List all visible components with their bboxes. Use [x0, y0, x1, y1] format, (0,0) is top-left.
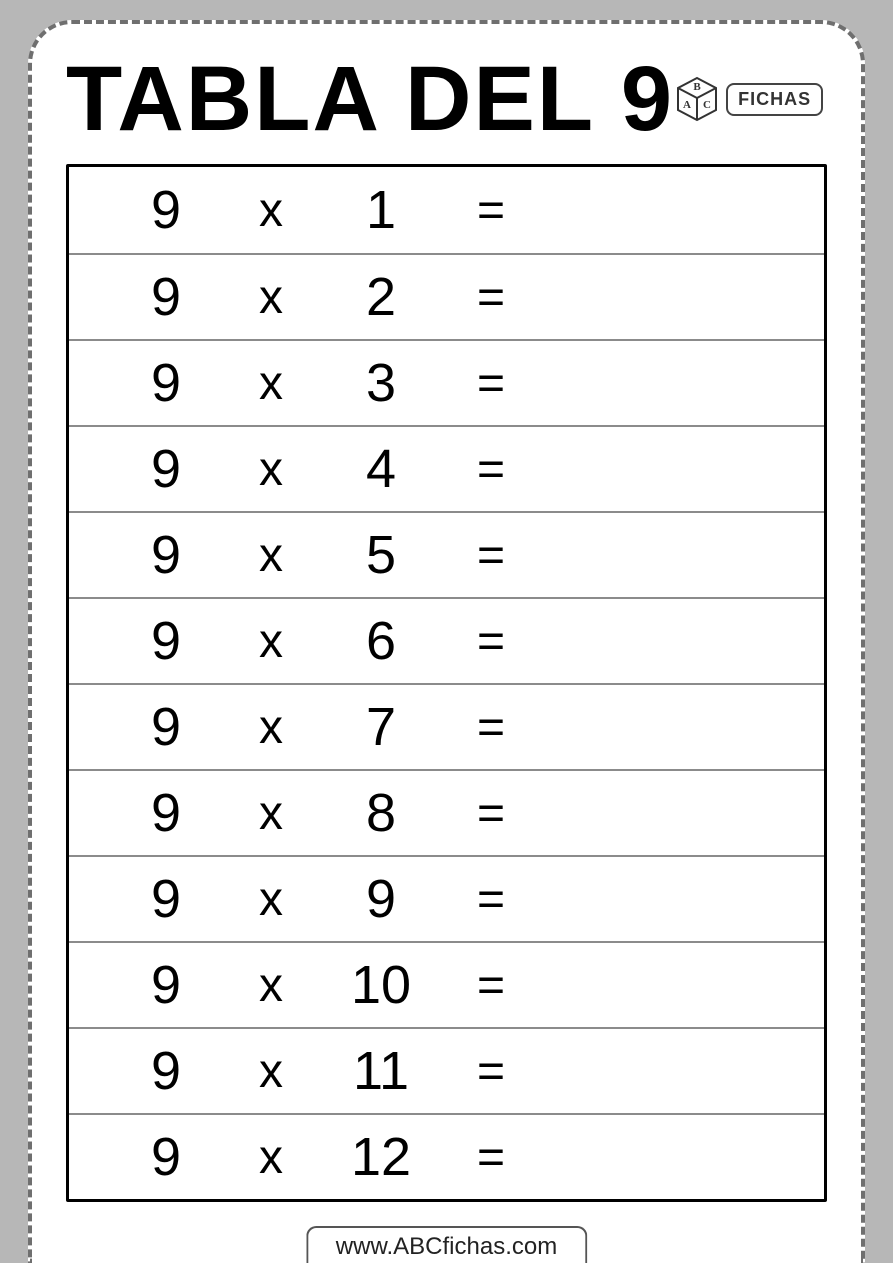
multiplicand: 9 — [121, 266, 211, 328]
brand-logo: B A C FICHAS — [674, 76, 829, 122]
multiplier: 11 — [331, 1040, 431, 1102]
table-row: 9x11= — [69, 1027, 824, 1113]
times-operator: x — [211, 786, 331, 841]
svg-text:A: A — [683, 99, 691, 111]
multiplier: 9 — [331, 868, 431, 930]
times-operator: x — [211, 270, 331, 325]
equals-sign: = — [431, 442, 551, 497]
table-row: 9x7= — [69, 683, 824, 769]
equals-sign: = — [431, 528, 551, 583]
footer-url-badge: www.ABCfichas.com — [306, 1226, 587, 1263]
table-row: 9x10= — [69, 941, 824, 1027]
multiplicand: 9 — [121, 179, 211, 241]
multiplicand: 9 — [121, 352, 211, 414]
equals-sign: = — [431, 614, 551, 669]
equals-sign: = — [431, 958, 551, 1013]
multiplier: 8 — [331, 782, 431, 844]
multiplicand: 9 — [121, 696, 211, 758]
table-row: 9x5= — [69, 511, 824, 597]
multiplicand: 9 — [121, 1040, 211, 1102]
multiplier: 2 — [331, 266, 431, 328]
multiplier: 5 — [331, 524, 431, 586]
equals-sign: = — [431, 1044, 551, 1099]
worksheet-card: TABLA DEL 9 B A C FICHAS 9x1=9x2=9x3=9x4… — [28, 20, 865, 1263]
times-operator: x — [211, 1130, 331, 1185]
multiplicand: 9 — [121, 438, 211, 500]
multiplicand: 9 — [121, 610, 211, 672]
table-row: 9x2= — [69, 253, 824, 339]
equals-sign: = — [431, 1130, 551, 1185]
multiplicand: 9 — [121, 1126, 211, 1188]
multiplier: 4 — [331, 438, 431, 500]
table-row: 9x4= — [69, 425, 824, 511]
multiplicand: 9 — [121, 524, 211, 586]
multiplier: 1 — [331, 179, 431, 241]
equals-sign: = — [431, 786, 551, 841]
table-row: 9x9= — [69, 855, 824, 941]
multiplicand: 9 — [121, 954, 211, 1016]
table-row: 9x6= — [69, 597, 824, 683]
multiplier: 3 — [331, 352, 431, 414]
times-operator: x — [211, 872, 331, 927]
svg-text:C: C — [703, 99, 711, 111]
times-operator: x — [211, 700, 331, 755]
equals-sign: = — [431, 872, 551, 927]
times-operator: x — [211, 1044, 331, 1099]
page-title: TABLA DEL 9 — [66, 47, 674, 152]
times-operator: x — [211, 614, 331, 669]
multiplier: 12 — [331, 1126, 431, 1188]
header: TABLA DEL 9 B A C FICHAS — [66, 24, 827, 164]
cube-icon: B A C — [674, 76, 720, 122]
equals-sign: = — [431, 270, 551, 325]
table-row: 9x3= — [69, 339, 824, 425]
table-row: 9x12= — [69, 1113, 824, 1199]
multiplicand: 9 — [121, 868, 211, 930]
times-operator: x — [211, 958, 331, 1013]
times-operator: x — [211, 183, 331, 238]
multiplier: 7 — [331, 696, 431, 758]
multiplication-table: 9x1=9x2=9x3=9x4=9x5=9x6=9x7=9x8=9x9=9x10… — [66, 164, 827, 1202]
table-row: 9x8= — [69, 769, 824, 855]
multiplier: 6 — [331, 610, 431, 672]
equals-sign: = — [431, 700, 551, 755]
times-operator: x — [211, 442, 331, 497]
multiplicand: 9 — [121, 782, 211, 844]
equals-sign: = — [431, 183, 551, 238]
times-operator: x — [211, 528, 331, 583]
table-row: 9x1= — [69, 167, 824, 253]
times-operator: x — [211, 356, 331, 411]
brand-label: FICHAS — [726, 83, 823, 116]
equals-sign: = — [431, 356, 551, 411]
svg-text:B: B — [693, 81, 701, 93]
multiplier: 10 — [331, 954, 431, 1016]
